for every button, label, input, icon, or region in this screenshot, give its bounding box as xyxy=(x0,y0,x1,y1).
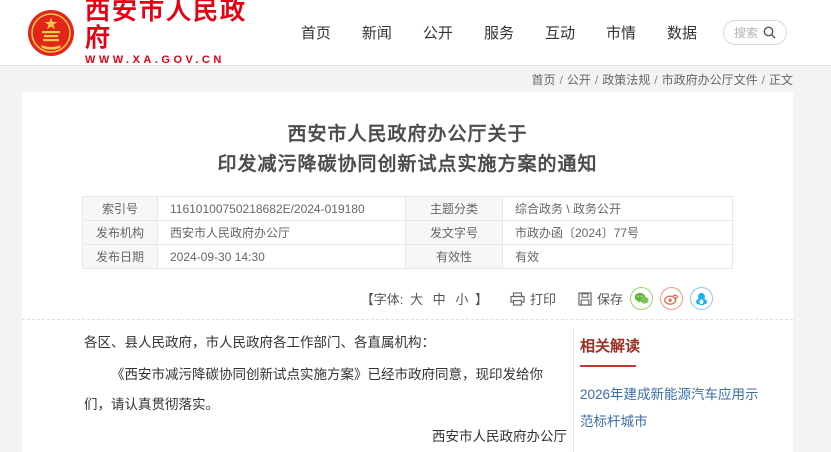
save-label: 保存 xyxy=(597,289,623,308)
breadcrumb-public[interactable]: 公开 xyxy=(567,73,591,87)
body-salutation: 各区、县人民政府，市人民政府各工作部门、各直属机构： xyxy=(84,328,567,358)
nav-item-interact[interactable]: 互动 xyxy=(545,22,575,43)
qq-icon xyxy=(695,292,708,306)
breadcrumb-home[interactable]: 首页 xyxy=(532,73,556,87)
font-size-suffix: 】 xyxy=(475,292,488,307)
breadcrumb-current: 正文 xyxy=(769,73,793,87)
meta-label-issuer: 发布机构 xyxy=(83,221,158,245)
breadcrumb-bar: 首页 / 公开 / 政策法规 / 市政府办公厅文件 / 正文 xyxy=(0,66,831,92)
body-signature: 西安市人民政府办公厅 xyxy=(84,422,567,452)
breadcrumb-separator: / xyxy=(560,73,563,87)
nav-item-news[interactable]: 新闻 xyxy=(362,22,392,43)
document-card: 西安市人民政府办公厅关于 印发减污降碳协同创新试点实施方案的通知 索引号 116… xyxy=(22,92,793,452)
sidebar-title-underline xyxy=(580,365,636,367)
share-wechat-button[interactable] xyxy=(630,287,653,310)
nav-item-data[interactable]: 数据 xyxy=(667,22,697,43)
related-reading-link[interactable]: 2026年建成新能源汽车应用示范标杆城市 xyxy=(580,381,765,435)
national-emblem-icon xyxy=(27,9,75,57)
table-row: 发布机构 西安市人民政府办公厅 发文字号 市政办函〔2024〕77号 xyxy=(83,221,733,245)
save-icon xyxy=(578,292,592,306)
breadcrumb-separator: / xyxy=(595,73,598,87)
print-label: 打印 xyxy=(530,289,556,308)
search-icon xyxy=(763,26,776,39)
meta-label-validity: 有效性 xyxy=(406,245,503,269)
font-size-large[interactable]: 大 xyxy=(410,292,423,307)
site-name: 西安市人民政府 xyxy=(85,0,270,52)
wechat-icon xyxy=(634,292,649,305)
breadcrumb-policies[interactable]: 政策法规 xyxy=(602,73,650,87)
save-button[interactable]: 保存 xyxy=(578,289,623,308)
body-paragraph: 《西安市减污降碳协同创新试点实施方案》已经市政府同意，现印发给你们，请认真贯彻落… xyxy=(84,360,567,420)
search-button[interactable]: 搜索 xyxy=(723,20,787,45)
nav-item-services[interactable]: 服务 xyxy=(484,22,514,43)
logo-text: 西安市人民政府 WWW.XA.GOV.CN xyxy=(85,0,270,68)
article-content-row: 各区、县人民政府，市人民政府各工作部门、各直属机构： 《西安市减污降碳协同创新试… xyxy=(22,328,793,452)
article-toolbar: 【字体: 大 中 小 】 打印 保存 xyxy=(22,287,793,320)
site-url: WWW.XA.GOV.CN xyxy=(85,52,270,68)
site-logo[interactable]: 西安市人民政府 WWW.XA.GOV.CN xyxy=(27,0,270,68)
font-size-small[interactable]: 小 xyxy=(455,292,468,307)
meta-label-doc-number: 发文字号 xyxy=(406,221,503,245)
site-header: 西安市人民政府 WWW.XA.GOV.CN 首页 新闻 公开 服务 互动 市情 … xyxy=(0,0,831,66)
meta-label-index: 索引号 xyxy=(83,197,158,221)
meta-value-validity: 有效 xyxy=(503,245,733,269)
meta-value-pub-date: 2024-09-30 14:30 xyxy=(158,245,406,269)
meta-label-topic: 主题分类 xyxy=(406,197,503,221)
meta-value-index: 11610100750218682E/2024-019180 xyxy=(158,197,406,221)
font-size-medium[interactable]: 中 xyxy=(433,292,446,307)
share-qq-button[interactable] xyxy=(690,287,713,310)
nav-item-public[interactable]: 公开 xyxy=(423,22,453,43)
related-reading-sidebar: 相关解读 2026年建成新能源汽车应用示范标杆城市 xyxy=(573,328,793,452)
printer-icon xyxy=(510,292,525,306)
breadcrumb-separator: / xyxy=(762,73,765,87)
page-title-line2: 印发减污降碳协同创新试点实施方案的通知 xyxy=(22,150,793,180)
page-title: 西安市人民政府办公厅关于 印发减污降碳协同创新试点实施方案的通知 xyxy=(22,92,793,180)
meta-label-pub-date: 发布日期 xyxy=(83,245,158,269)
breadcrumb-separator: / xyxy=(654,73,657,87)
meta-value-issuer: 西安市人民政府办公厅 xyxy=(158,221,406,245)
share-weibo-button[interactable] xyxy=(660,287,683,310)
meta-value-doc-number: 市政办函〔2024〕77号 xyxy=(503,221,733,245)
print-button[interactable]: 打印 xyxy=(510,289,556,308)
weibo-icon xyxy=(664,292,679,305)
article-body: 各区、县人民政府，市人民政府各工作部门、各直属机构： 《西安市减污降碳协同创新试… xyxy=(22,328,573,452)
search-label: 搜索 xyxy=(734,24,758,41)
font-size-prefix: 【字体: xyxy=(361,292,404,307)
table-row: 索引号 11610100750218682E/2024-019180 主题分类 … xyxy=(83,197,733,221)
meta-value-topic: 综合政务 \ 政务公开 xyxy=(503,197,733,221)
main-nav: 首页 新闻 公开 服务 互动 市情 数据 搜索 xyxy=(270,20,787,45)
table-row: 发布日期 2024-09-30 14:30 有效性 有效 xyxy=(83,245,733,269)
breadcrumb: 首页 / 公开 / 政策法规 / 市政府办公厅文件 / 正文 xyxy=(22,71,793,88)
document-meta-table: 索引号 11610100750218682E/2024-019180 主题分类 … xyxy=(82,196,733,269)
sidebar-title: 相关解读 xyxy=(580,335,765,356)
nav-item-city[interactable]: 市情 xyxy=(606,22,636,43)
breadcrumb-office-docs[interactable]: 市政府办公厅文件 xyxy=(662,73,758,87)
page-title-line1: 西安市人民政府办公厅关于 xyxy=(22,120,793,150)
nav-item-home[interactable]: 首页 xyxy=(301,22,331,43)
font-size-control: 【字体: 大 中 小 】 xyxy=(361,289,488,308)
